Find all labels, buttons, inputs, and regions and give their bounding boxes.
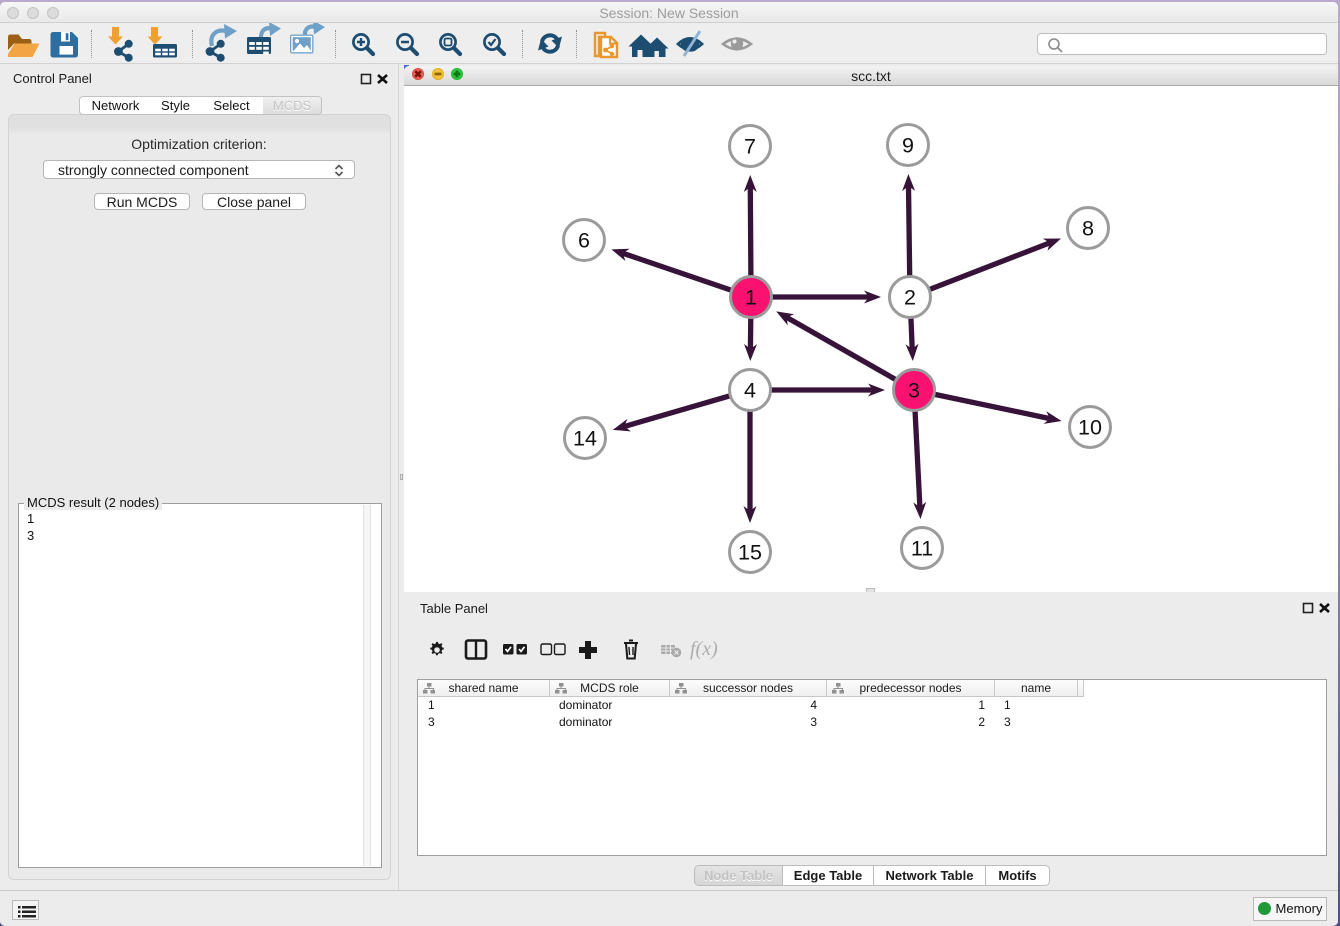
svg-text:6: 6 <box>578 229 590 253</box>
svg-text:15: 15 <box>738 541 762 565</box>
svg-text:4: 4 <box>744 379 756 403</box>
svg-text:9: 9 <box>902 134 914 158</box>
svg-text:3: 3 <box>908 379 920 403</box>
svg-text:2: 2 <box>904 286 916 310</box>
svg-text:11: 11 <box>911 537 933 561</box>
svg-text:10: 10 <box>1078 416 1102 440</box>
svg-text:7: 7 <box>744 135 756 159</box>
svg-text:8: 8 <box>1082 217 1094 241</box>
svg-text:f(x): f(x) <box>690 638 718 660</box>
svg-text:14: 14 <box>573 427 597 451</box>
svg-text:1: 1 <box>745 286 757 310</box>
